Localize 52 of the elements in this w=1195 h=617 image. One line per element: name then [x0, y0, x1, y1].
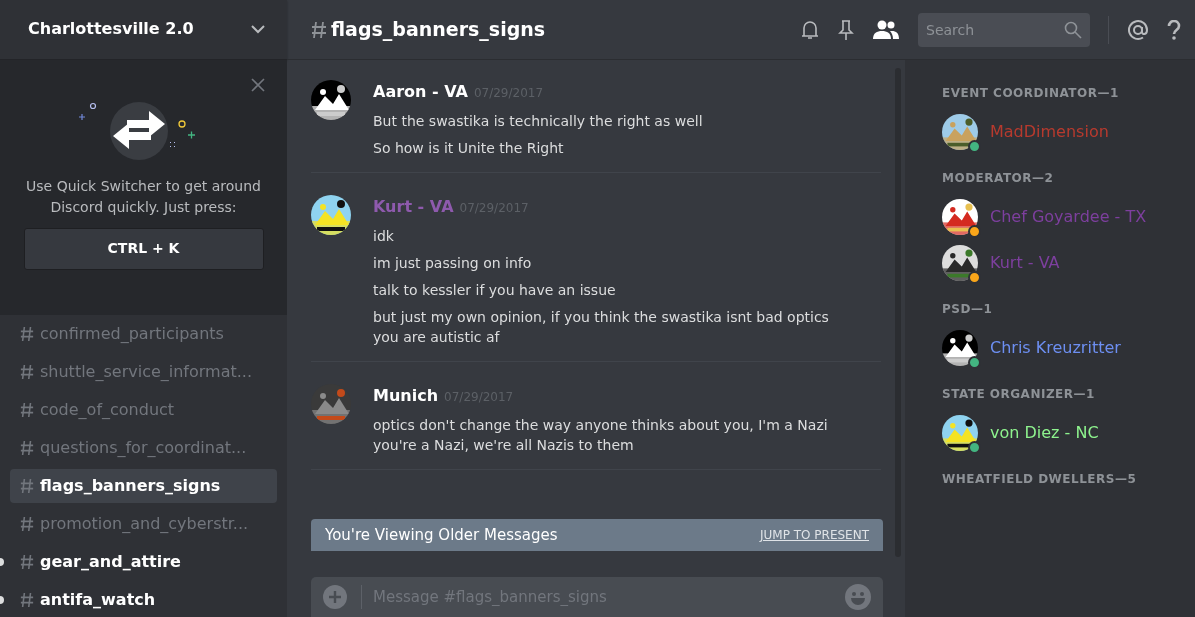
hash-icon: [20, 326, 34, 342]
channel-item[interactable]: code_of_conduct: [10, 393, 277, 427]
hash-icon: [20, 516, 34, 532]
message-text: but just my own opinion, if you think the swastika isnt bad optics you are autistic af: [373, 308, 830, 347]
hash-icon: [311, 20, 327, 39]
channel-item[interactable]: shuttle_service_informat...: [10, 355, 277, 389]
role-heading: STATE ORGANIZER—1: [942, 387, 1096, 402]
message-text: So how is it Unite the Right: [373, 139, 565, 158]
mention-icon[interactable]: [1127, 18, 1149, 41]
channel-title: flags_banners_signs: [331, 17, 546, 43]
chevron-down-icon[interactable]: [251, 24, 265, 34]
channel-item[interactable]: flags_banners_signs: [10, 469, 277, 503]
role-heading: EVENT COORDINATOR—1: [942, 86, 1120, 101]
hash-icon: [20, 478, 34, 494]
older-messages-notice: You're Viewing Older Messages: [325, 524, 558, 546]
channel-item[interactable]: questions_for_coordinat...: [10, 431, 277, 465]
member-name[interactable]: MadDimension: [990, 120, 1109, 144]
jump-to-present-link[interactable]: JUMP TO PRESENT: [760, 526, 869, 544]
message-text: But the swastika is technically the right as well: [373, 112, 703, 131]
channel-item[interactable]: antifa_watch: [10, 583, 277, 617]
search-icon[interactable]: [1064, 20, 1082, 39]
hash-icon: [20, 364, 34, 380]
quick-switcher-tip: Use Quick Switcher to get around Discord quickly. Just press:: [25, 176, 262, 217]
author-name[interactable]: Aaron - VA: [373, 82, 468, 101]
pin-icon[interactable]: [838, 18, 854, 41]
message-text: optics don't change the way anyone thinks about you, I'm a Nazi you're a Nazi, we're all Nazis to them: [373, 416, 829, 455]
shortcut-button[interactable]: CTRL + K: [23, 227, 264, 270]
role-heading: WHEATFIELD DWELLERS—5: [942, 472, 1138, 487]
channel-item[interactable]: confirmed_participants: [10, 317, 277, 351]
search-field[interactable]: Search: [918, 12, 1090, 47]
author-name[interactable]: Kurt - VA: [373, 197, 454, 216]
server-name[interactable]: Charlottesville 2.0: [28, 17, 194, 42]
hash-icon: [20, 554, 34, 570]
members-icon[interactable]: [872, 19, 900, 40]
member-name[interactable]: von Diez - NC: [990, 421, 1099, 445]
help-icon[interactable]: [1167, 19, 1181, 40]
message-text: idk: [373, 227, 395, 246]
author-name[interactable]: Munich: [373, 386, 439, 405]
message-text: im just passing on info: [373, 254, 533, 273]
channel-item[interactable]: gear_and_attire: [10, 545, 277, 579]
channel-item[interactable]: promotion_and_cyberstr...: [10, 507, 277, 541]
message-text: talk to kessler if you have an issue: [373, 281, 617, 300]
hash-icon: [20, 592, 34, 608]
role-heading: MODERATOR—2: [942, 171, 1055, 186]
role-heading: PSD—1: [942, 302, 994, 317]
hash-icon: [20, 402, 34, 418]
member-name[interactable]: Kurt - VA: [990, 251, 1060, 275]
close-icon[interactable]: [251, 77, 265, 92]
member-name[interactable]: Chris Kreuzritter: [990, 336, 1121, 360]
hash-icon: [20, 440, 34, 456]
bell-icon[interactable]: [800, 18, 820, 41]
member-name[interactable]: Chef Goyardee - TX: [990, 205, 1147, 229]
